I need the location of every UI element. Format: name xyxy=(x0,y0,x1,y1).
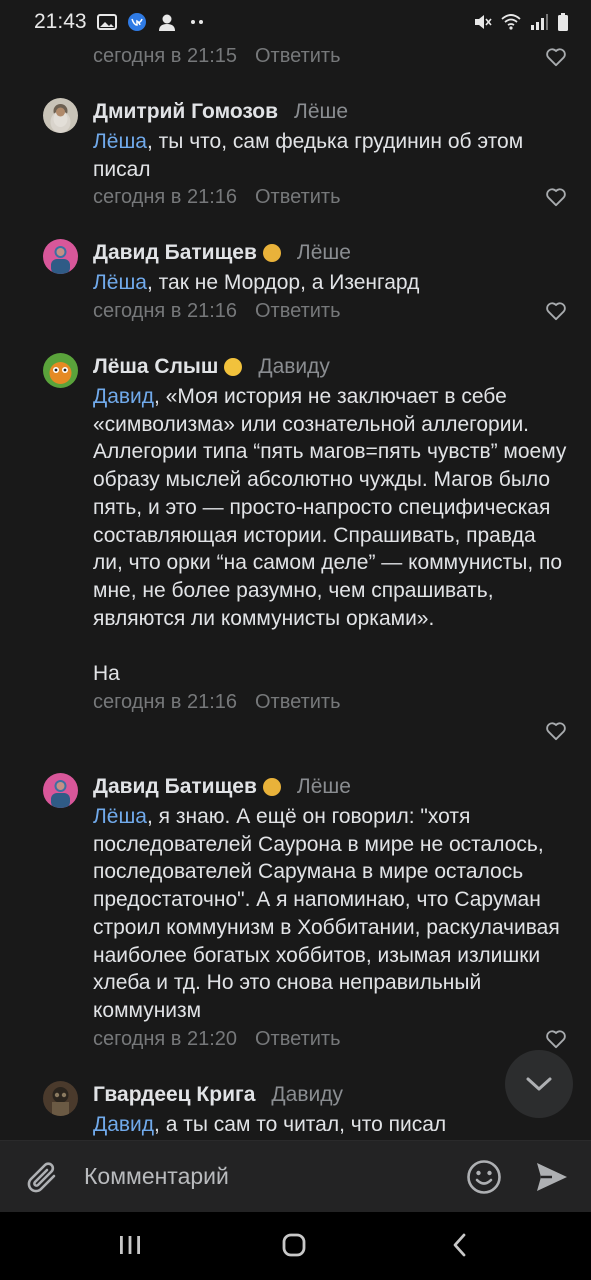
reply-button[interactable]: Ответить xyxy=(255,1025,341,1053)
mention-link[interactable]: Лёша xyxy=(93,271,147,294)
scroll-down-button[interactable] xyxy=(505,1050,573,1118)
comment-text: Давид, а ты сам то читал, что писал xyxy=(93,1113,447,1136)
status-bar: 21:43 xyxy=(0,0,591,44)
comment-meta: сегодня в 21:16 Ответить xyxy=(93,183,569,211)
reply-button[interactable]: Ответить xyxy=(255,183,341,211)
reply-to-name[interactable]: Давиду xyxy=(271,1081,343,1109)
chevron-down-icon xyxy=(526,1077,552,1091)
reply-to-name[interactable]: Лёше xyxy=(297,239,351,267)
comment-timestamp: сегодня в 21:16 xyxy=(93,186,237,209)
reply-to-name[interactable]: Давиду xyxy=(258,353,330,381)
person-icon xyxy=(158,14,175,31)
wifi-icon xyxy=(501,14,521,30)
battery-icon xyxy=(558,13,568,31)
comment-text: Лёша, ты что, сам федька грудинин об это… xyxy=(93,130,529,181)
reply-to-name[interactable]: Лёше xyxy=(294,98,348,126)
more-dots-icon xyxy=(190,20,203,24)
tongue-emoji-icon xyxy=(224,358,243,376)
comment-author[interactable]: Лёша Слыш xyxy=(93,353,218,381)
mute-icon xyxy=(475,15,492,29)
mention-link[interactable]: Лёша xyxy=(93,805,147,828)
like-icon[interactable] xyxy=(545,721,567,741)
avatar[interactable] xyxy=(43,1081,78,1116)
comment-text: Лёша, так не Мордор, а Изенгард xyxy=(93,271,420,294)
like-icon[interactable] xyxy=(545,187,567,207)
status-time: 21:43 xyxy=(34,10,87,33)
send-icon[interactable] xyxy=(534,1159,570,1195)
home-icon[interactable] xyxy=(281,1232,307,1258)
mention-link[interactable]: Давид xyxy=(93,1113,154,1136)
gallery-icon xyxy=(96,14,117,30)
comment-composer: Комментарий xyxy=(0,1140,591,1213)
reply-button[interactable]: Ответить xyxy=(255,42,341,70)
emoji-icon[interactable] xyxy=(466,1159,502,1195)
cowboy-emoji-icon xyxy=(262,778,281,796)
avatar[interactable] xyxy=(43,773,78,808)
comment-timestamp: сегодня в 21:16 xyxy=(93,690,237,713)
reply-to-name[interactable]: Лёше xyxy=(297,773,351,801)
comment-meta: сегодня в 21:16 Ответить xyxy=(93,297,569,325)
comment-author[interactable]: Дмитрий Гомозов xyxy=(93,98,278,126)
comment-timestamp: сегодня в 21:15 xyxy=(93,45,237,67)
comment-meta: сегодня в 21:15 Ответить xyxy=(93,42,569,70)
comment-input[interactable]: Комментарий xyxy=(84,1163,229,1190)
like-icon[interactable] xyxy=(545,47,567,67)
comment-text: Лёша, я знаю. А ещё он говорил: "хотя по… xyxy=(93,805,566,1022)
like-icon[interactable] xyxy=(545,301,567,321)
comment-timestamp: сегодня в 21:16 xyxy=(93,299,237,322)
avatar[interactable] xyxy=(43,239,78,274)
system-nav-bar xyxy=(0,1212,591,1280)
comment-meta: сегодня в 21:20 Ответить xyxy=(93,1025,569,1053)
comments-feed[interactable]: сегодня в 21:15 Ответить Дмитрий Гомозов… xyxy=(0,0,591,1140)
comment-author[interactable]: Гвардеец Крига xyxy=(93,1081,255,1109)
mention-link[interactable]: Лёша xyxy=(93,130,147,153)
comment-meta: сегодня в 21:16 Ответить xyxy=(93,688,569,716)
comment-author[interactable]: Давид Батищев xyxy=(93,773,257,801)
reply-button[interactable]: Ответить xyxy=(255,688,341,716)
like-icon[interactable] xyxy=(545,1029,567,1049)
comment-author[interactable]: Давид Батищев xyxy=(93,239,257,267)
cowboy-emoji-icon xyxy=(262,244,281,262)
mention-link[interactable]: Давид xyxy=(93,385,154,408)
comment-timestamp: сегодня в 21:20 xyxy=(93,1027,237,1050)
attach-icon[interactable] xyxy=(26,1159,60,1197)
signal-icon xyxy=(531,14,548,30)
vk-icon xyxy=(127,13,146,31)
comment-text: Давид, «Моя история не заключает в себе … xyxy=(93,385,567,686)
reply-button[interactable]: Ответить xyxy=(255,297,341,325)
avatar[interactable] xyxy=(43,353,78,388)
back-icon[interactable] xyxy=(450,1232,470,1258)
recents-icon[interactable] xyxy=(118,1232,142,1258)
avatar[interactable] xyxy=(43,98,78,133)
